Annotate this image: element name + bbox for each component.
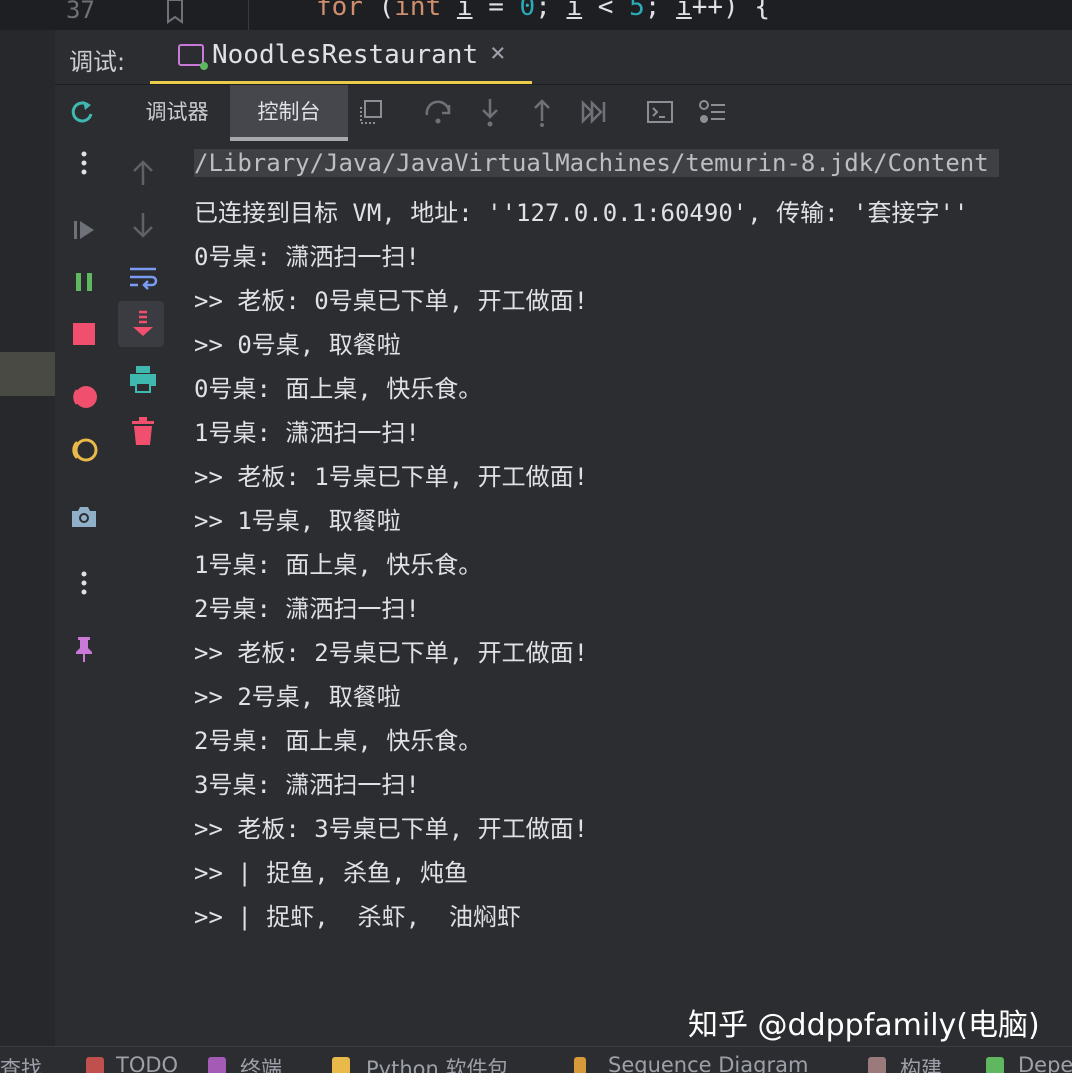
code-variable: i [456, 0, 473, 22]
console-line: >> 1号桌, 取餐啦 [194, 507, 401, 535]
rerun-icon[interactable] [67, 97, 97, 127]
debug-tabbar: 调试: NoodlesRestaurant × [55, 30, 1072, 85]
terminal-icon [208, 1057, 226, 1073]
tool-sequence-diagram[interactable]: Sequence Diagram [608, 1053, 808, 1073]
tab-noodles-restaurant[interactable]: NoodlesRestaurant × [150, 30, 532, 84]
console-line: 0号桌: 面上桌, 快乐食。 [194, 375, 483, 403]
more-vertical-icon[interactable] [68, 147, 100, 179]
console-line: 2号桌: 潇洒扫一扫! [194, 595, 420, 623]
up-arrow-icon[interactable] [127, 157, 159, 189]
code-keyword-for: for [316, 0, 363, 22]
left-edge-marker [0, 352, 55, 396]
console-line: >> 老板: 0号桌已下单, 开工做面! [194, 287, 589, 315]
dependencies-icon [986, 1057, 1004, 1073]
debug-actions-sidebar [55, 141, 112, 1046]
code-token: ; [535, 0, 567, 22]
todo-icon [86, 1057, 104, 1073]
stop-icon[interactable] [68, 318, 100, 350]
console-line: 1号桌: 面上桌, 快乐食。 [194, 551, 483, 579]
camera-icon[interactable] [68, 501, 100, 533]
more-vertical-icon-2[interactable] [68, 567, 100, 599]
run-config-icon [178, 44, 208, 70]
editor-strip: 37 for (int i = 0; i < 5; i++) { [0, 0, 1072, 30]
console-line: /Library/Java/JavaVirtualMachines/temuri… [194, 149, 999, 177]
tab-console[interactable]: 控制台 [230, 85, 348, 141]
scroll-to-end-icon[interactable] [127, 308, 159, 340]
tool-window-bar: 查找 TODO 终端 Python 软件包 Sequence Diagram 构… [0, 1046, 1072, 1073]
code-number: 5 [629, 0, 645, 22]
code-token: ( [362, 0, 395, 22]
code-token: = [472, 0, 520, 22]
console-line: >> 0号桌, 取餐啦 [194, 331, 401, 359]
debug-tab-prefix: 调试: [69, 48, 126, 76]
pin-icon[interactable] [68, 633, 100, 665]
code-token: < [582, 0, 630, 22]
watermark: 知乎 @ddppfamily(电脑) [688, 1008, 1040, 1043]
code-line[interactable]: for (int i = 0; i < 5; i++) { [316, 0, 770, 22]
code-variable: i [566, 0, 583, 22]
tool-build[interactable]: 构建 [900, 1053, 942, 1073]
console-line: >> | 捉鱼, 杀鱼, 炖鱼 [194, 859, 469, 887]
console-line: >> 老板: 3号桌已下单, 开工做面! [194, 815, 589, 843]
resume-program-icon[interactable] [68, 214, 100, 246]
build-icon [868, 1057, 886, 1073]
step-into-icon[interactable] [475, 97, 505, 127]
tab-active-underline [150, 81, 532, 84]
console-line: >> 2号桌, 取餐啦 [194, 683, 401, 711]
sequence-diagram-icon [574, 1057, 586, 1073]
code-token: ; [644, 0, 677, 22]
evaluate-expression-icon[interactable] [645, 97, 675, 127]
console-output[interactable]: /Library/Java/JavaVirtualMachines/temuri… [174, 141, 1072, 1046]
soft-wrap-icon[interactable] [127, 261, 159, 293]
print-icon[interactable] [127, 363, 159, 395]
mute-breakpoints-icon[interactable] [68, 434, 100, 466]
console-line: 0号桌: 潇洒扫一扫! [194, 243, 420, 271]
console-line: >> 老板: 1号桌已下单, 开工做面! [194, 463, 589, 491]
line-number: 37 [66, 0, 95, 24]
tool-find[interactable]: 查找 [0, 1053, 42, 1073]
tab-debugger[interactable]: 调试器 [121, 85, 233, 141]
console-line: 1号桌: 潇洒扫一扫! [194, 419, 420, 447]
tool-terminal[interactable]: 终端 [240, 1053, 282, 1073]
tab-console-label: 控制台 [257, 100, 321, 124]
debug-toolbar: 调试器 控制台 [55, 85, 1072, 141]
tab-label: NoodlesRestaurant [212, 40, 479, 70]
down-arrow-icon[interactable] [127, 209, 159, 241]
tool-python-packages[interactable]: Python 软件包 [366, 1053, 508, 1073]
python-packages-icon [332, 1057, 350, 1073]
console-actions-sidebar [112, 141, 174, 1046]
pause-icon[interactable] [68, 266, 100, 298]
console-line: 3号桌: 潇洒扫一扫! [194, 771, 420, 799]
code-variable: i [676, 0, 692, 22]
step-over-icon[interactable] [423, 97, 453, 127]
code-keyword-int: int [394, 0, 442, 22]
layout-icon[interactable] [357, 97, 387, 127]
left-edge-panel [0, 30, 55, 1046]
trash-icon[interactable] [127, 415, 159, 447]
step-out-icon[interactable] [527, 97, 557, 127]
close-icon[interactable]: × [490, 38, 506, 68]
console-line: 已连接到目标 VM, 地址: ''127.0.0.1:60490', 传输: '… [194, 199, 969, 227]
code-number: 0 [519, 0, 536, 22]
bookmark-icon[interactable] [165, 0, 185, 26]
settings-list-icon[interactable] [697, 97, 727, 127]
console-line: >> | 捉虾, 杀虾, 油焖虾 [194, 903, 521, 931]
view-breakpoints-icon[interactable] [68, 381, 100, 413]
tool-todo[interactable]: TODO [116, 1053, 178, 1073]
gutter-divider [248, 0, 249, 30]
code-token: ++) { [691, 0, 771, 22]
console-line: >> 老板: 2号桌已下单, 开工做面! [194, 639, 589, 667]
run-to-cursor-icon[interactable] [579, 97, 609, 127]
tool-dependencies[interactable]: Depe [1018, 1053, 1072, 1073]
console-line: 2号桌: 面上桌, 快乐食。 [194, 727, 483, 755]
